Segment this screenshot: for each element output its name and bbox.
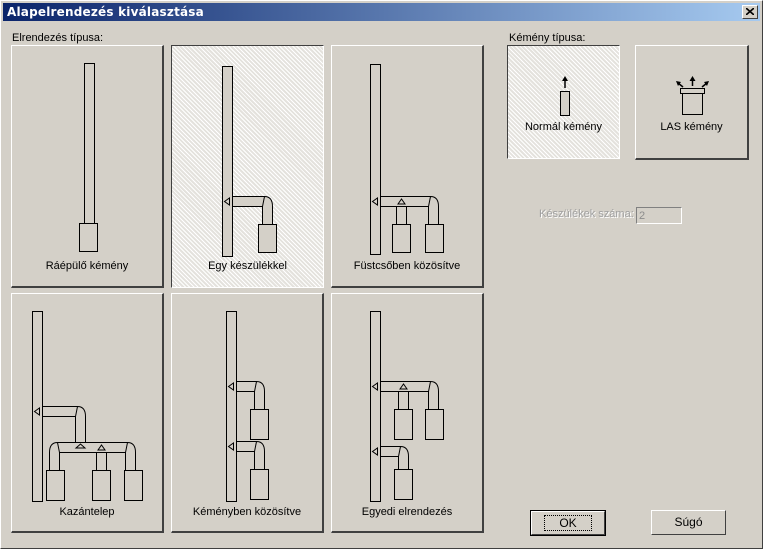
layout-option-kemenyben[interactable]: Kéményben közösítve [171, 293, 324, 533]
layout-option-fustcsoben[interactable]: Füstcsőben közösítve [331, 45, 484, 288]
title-bar[interactable]: Alapelrendezés kiválasztása [3, 3, 760, 21]
chimney-option-normal[interactable]: Normál kémény [507, 45, 620, 159]
layout-caption: Kéményben közösítve [192, 506, 302, 518]
single-device-diagram-icon [222, 66, 277, 257]
normal-chimney-icon [560, 76, 570, 116]
chimney-type-label: Kémény típusa: [509, 32, 586, 44]
layout-caption: Egy készülékkel [208, 260, 287, 272]
close-button[interactable] [742, 5, 758, 19]
chimney-option-las[interactable]: LAS kémény [635, 45, 749, 160]
device-count-label: Készülékek száma: [539, 208, 634, 220]
boiler-house-diagram-icon [32, 311, 143, 502]
flue-shared-diagram-icon [370, 64, 444, 255]
layout-option-kazantelep[interactable]: Kazántelep [11, 293, 164, 533]
layout-caption: Füstcsőben közösítve [353, 260, 461, 272]
layout-option-egy-keszulekkel[interactable]: Egy készülékkel [171, 45, 324, 288]
help-button[interactable]: Súgó [651, 510, 726, 535]
ok-button[interactable]: OK [530, 510, 606, 536]
device-count-field[interactable]: 2 [636, 207, 682, 224]
raepulo-diagram-icon [79, 63, 98, 252]
chimney-caption: LAS kémény [660, 121, 723, 133]
window-title: Alapelrendezés kiválasztása [7, 5, 204, 19]
chimney-shared-diagram-icon [226, 311, 269, 502]
layout-option-egyedi[interactable]: Egyedi elrendezés [331, 293, 484, 533]
ok-button-label: OK [544, 515, 592, 531]
custom-layout-diagram-icon [370, 311, 444, 502]
las-chimney-icon [676, 76, 709, 115]
layout-caption: Egyedi elrendezés [361, 506, 453, 518]
chimney-caption: Normál kémény [524, 121, 603, 133]
layout-caption: Ráépülő kémény [45, 260, 129, 272]
close-icon [746, 8, 754, 15]
layout-option-raepulo[interactable]: Ráépülő kémény [11, 45, 164, 288]
layout-type-label: Elrendezés típusa: [12, 32, 104, 44]
layout-caption: Kazántelep [59, 506, 115, 518]
